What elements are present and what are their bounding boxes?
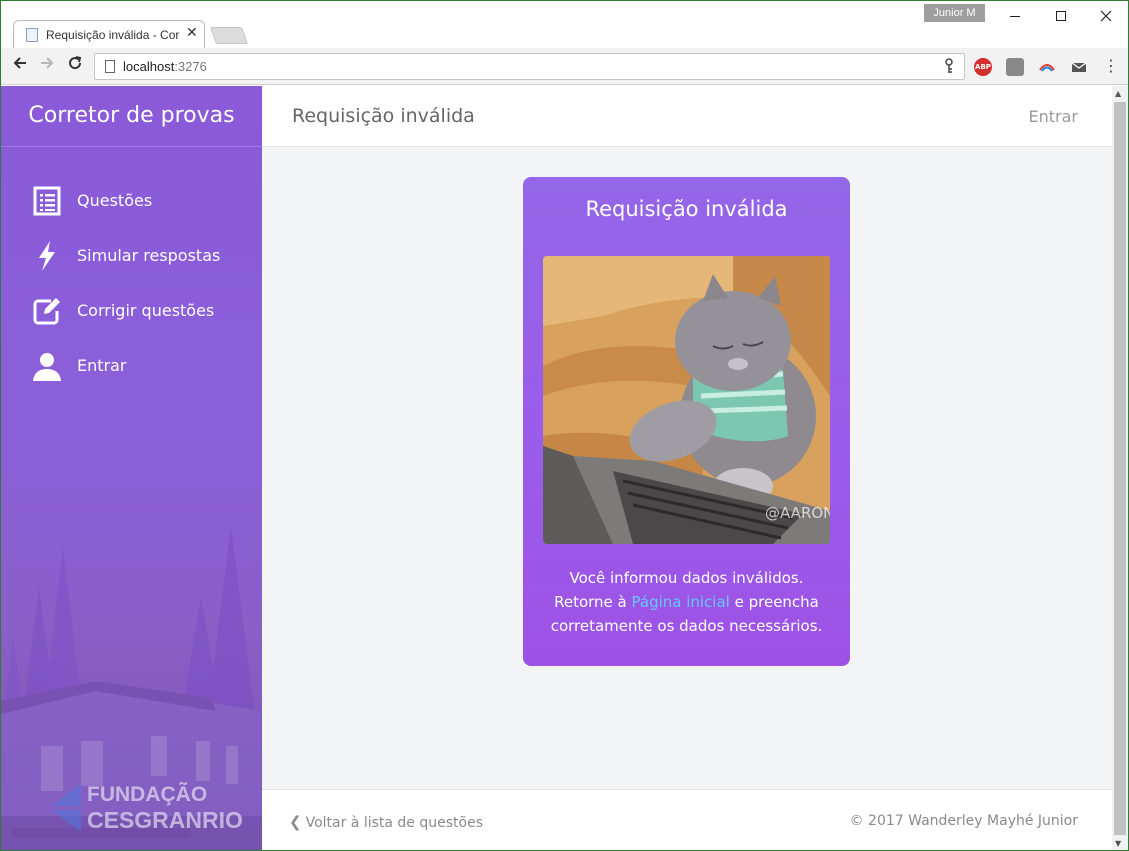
- image-watermark: @AARON: [765, 504, 830, 522]
- back-to-questions-link[interactable]: ❮ Voltar à lista de questões: [289, 813, 483, 831]
- message-line-2: Retorne à Página inicial e preencha: [533, 590, 840, 614]
- sidebar-item-simular-respostas[interactable]: Simular respostas: [1, 236, 262, 276]
- url-host: localhost: [123, 59, 175, 74]
- sidebar-item-label: Corrigir questões: [77, 301, 215, 320]
- page-title: Requisição inválida: [292, 105, 475, 127]
- bolt-icon: [31, 240, 63, 272]
- top-bar: Requisição inválida Entrar: [262, 86, 1112, 147]
- tab-close-icon[interactable]: ✕: [186, 25, 198, 41]
- sidebar: Corretor de provas Questões Simular resp…: [1, 86, 262, 850]
- sidebar-item-entrar[interactable]: Entrar: [1, 346, 262, 386]
- browser-toolbar: localhost:3276 ABP ⋮: [1, 48, 1128, 85]
- title-bar: Requisição inválida - Cor ✕ Junior M: [1, 1, 1128, 49]
- card-title: Requisição inválida: [585, 197, 788, 221]
- sidebar-item-label: Entrar: [77, 356, 127, 375]
- main-content: Requisição inválida Entrar Requisição in…: [262, 86, 1112, 850]
- close-window-button[interactable]: [1086, 5, 1126, 27]
- arrow-left-icon: [13, 57, 26, 69]
- url-text: localhost:3276: [123, 59, 207, 74]
- maximize-button[interactable]: [1041, 5, 1081, 27]
- close-icon: [1100, 10, 1112, 22]
- browser-tab[interactable]: Requisição inválida - Cor ✕: [13, 20, 205, 49]
- message-line-1: Você informou dados inválidos.: [569, 569, 804, 587]
- sidebar-item-label: Simular respostas: [77, 246, 221, 265]
- message-prefix: Retorne à: [554, 593, 632, 611]
- reload-button[interactable]: [64, 55, 86, 77]
- footer: ❮ Voltar à lista de questões © 2017 Wande…: [262, 789, 1112, 850]
- scroll-up-icon[interactable]: ▲: [1115, 89, 1121, 98]
- sidebar-item-questoes[interactable]: Questões: [1, 181, 262, 221]
- home-page-link[interactable]: Página inicial: [632, 593, 730, 611]
- card-message: Você informou dados inválidos. Retorne à…: [533, 566, 840, 638]
- list-icon: [31, 185, 63, 217]
- back-button[interactable]: [9, 55, 31, 77]
- vertical-scrollbar[interactable]: ▲ ▼: [1112, 86, 1128, 850]
- minimize-icon: [1010, 15, 1020, 17]
- message-suffix: e preencha: [729, 593, 819, 611]
- sidebar-item-corrigir-questoes[interactable]: Corrigir questões: [1, 291, 262, 331]
- extension-rainbow-icon[interactable]: [1038, 58, 1056, 76]
- forward-button[interactable]: [36, 55, 58, 77]
- chevron-left-icon: ❮: [289, 813, 302, 831]
- back-link-label: Voltar à lista de questões: [305, 815, 483, 831]
- profile-badge[interactable]: Junior M: [924, 4, 985, 22]
- scroll-thumb[interactable]: [1114, 102, 1126, 835]
- cesgranrio-logo: FUNDAÇÃO CESGRANRIO: [21, 781, 251, 841]
- error-card: Requisição inválida @AARON Você informou…: [523, 177, 850, 666]
- app-title[interactable]: Corretor de provas: [1, 86, 262, 147]
- message-line-3: corretamente os dados necessários.: [550, 617, 823, 635]
- new-tab-button[interactable]: [209, 27, 249, 44]
- cesgranrio-logo-mark: [51, 784, 81, 832]
- arrow-right-icon: [41, 57, 54, 69]
- extension-icon[interactable]: [1006, 58, 1024, 76]
- address-bar[interactable]: localhost:3276: [94, 53, 965, 80]
- page-favicon-icon: [26, 28, 38, 42]
- edit-icon: [31, 295, 63, 327]
- page-info-icon[interactable]: [105, 60, 115, 73]
- adblock-icon[interactable]: ABP: [974, 58, 992, 76]
- mail-icon[interactable]: [1070, 58, 1088, 76]
- key-icon[interactable]: [944, 58, 954, 78]
- minimize-button[interactable]: [995, 5, 1035, 27]
- logo-text-line-2: CESGRANRIO: [87, 807, 243, 833]
- scroll-down-icon[interactable]: ▼: [1115, 839, 1121, 848]
- tab-title: Requisição inválida - Cor: [46, 28, 180, 42]
- copyright: © 2017 Wanderley Mayhé Junior: [849, 813, 1078, 829]
- maximize-icon: [1056, 11, 1066, 21]
- cat-typing-image: @AARON: [543, 256, 830, 544]
- logo-text-line-1: FUNDAÇÃO: [87, 783, 208, 806]
- browser-window: Requisição inválida - Cor ✕ Junior M loc…: [0, 0, 1129, 851]
- reload-icon: [69, 56, 82, 70]
- page: Corretor de provas Questões Simular resp…: [1, 86, 1112, 850]
- sidebar-item-label: Questões: [77, 191, 153, 210]
- user-icon: [31, 350, 63, 382]
- url-port: :3276: [174, 59, 207, 74]
- login-link[interactable]: Entrar: [1029, 107, 1078, 126]
- browser-menu-icon[interactable]: ⋮: [1103, 56, 1119, 75]
